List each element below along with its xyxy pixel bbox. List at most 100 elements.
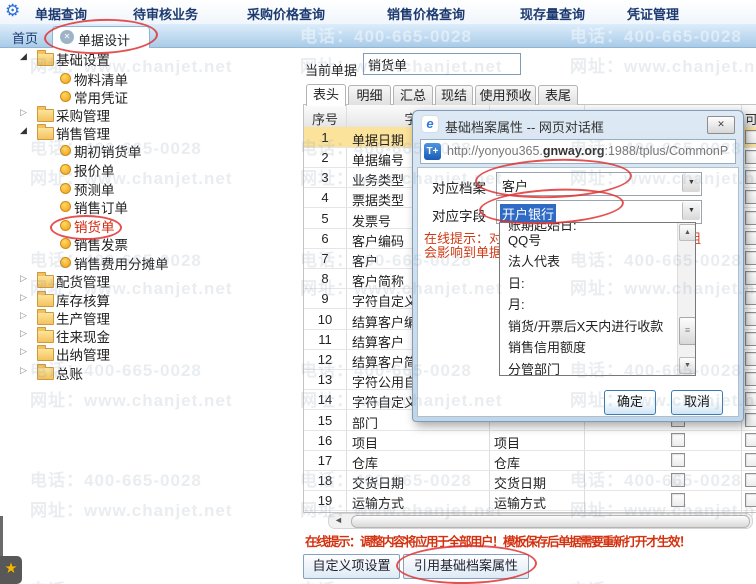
scroll-left-icon[interactable]: ◄: [334, 515, 343, 525]
table-row[interactable]: 16 项目 项目: [304, 430, 756, 451]
menu-item-voucher-manage[interactable]: 凭证管理: [627, 4, 679, 23]
row-checkbox[interactable]: [745, 231, 756, 245]
tab-detail[interactable]: 明细: [348, 85, 391, 105]
dropdown-item[interactable]: 月:: [500, 294, 680, 315]
dropdown-item[interactable]: 销货/开票后X天内进行收款: [500, 316, 680, 337]
dialog-hint-line2: 会影响到单据: [424, 245, 503, 260]
row-checkbox[interactable]: [745, 211, 756, 225]
row-checkbox[interactable]: [745, 453, 756, 467]
tree-item-sales-expense[interactable]: 销售费用分摊单: [0, 252, 295, 272]
menu-item-pending-audit[interactable]: 待审核业务: [133, 4, 198, 23]
field-combobox[interactable]: 开户银行 ▼: [496, 200, 702, 224]
collapse-arrow-icon[interactable]: ▷: [20, 292, 27, 303]
dropdown-item[interactable]: 日:: [500, 273, 680, 294]
chevron-down-icon[interactable]: ▼: [682, 174, 700, 192]
row-checkbox[interactable]: [671, 453, 685, 467]
tree-item-purchase-mgmt[interactable]: ▷ 采购管理: [0, 104, 295, 124]
menu-item-stock-query[interactable]: 现存量查询: [520, 4, 585, 23]
tree-item-initial-sales-order[interactable]: 期初销货单: [0, 140, 295, 160]
row-checkbox[interactable]: [671, 473, 685, 487]
tab-summary[interactable]: 汇总: [393, 85, 433, 105]
tree-item-forecast[interactable]: 预测单: [0, 178, 295, 198]
tree-item-sales-delivery[interactable]: 销货单: [0, 215, 295, 235]
row-checkbox[interactable]: [745, 392, 756, 406]
tab-cash-settle[interactable]: 现结: [435, 85, 473, 105]
ref-archive-attr-button[interactable]: 引用基础档案属性: [403, 554, 529, 579]
menu-item-doc-query[interactable]: 单据查询: [35, 4, 87, 23]
row-checkbox[interactable]: [745, 413, 756, 427]
collapse-arrow-icon[interactable]: ▷: [20, 328, 27, 339]
tree-item-sales-mgmt[interactable]: ◢ 销售管理: [0, 122, 295, 142]
scroll-down-icon[interactable]: ▼: [679, 357, 695, 374]
tree-item-cashier-mgmt[interactable]: ▷ 出纳管理: [0, 343, 295, 363]
cancel-button[interactable]: 取消: [671, 390, 723, 415]
dropdown-item[interactable]: QQ号: [500, 230, 680, 251]
tree-item-sales-invoice[interactable]: 销售发票: [0, 233, 295, 253]
tab-footer[interactable]: 表尾: [538, 85, 578, 105]
table-row[interactable]: 18 交货日期 交货日期: [304, 470, 756, 491]
row-checkbox[interactable]: [745, 372, 756, 386]
tree-item-common-voucher[interactable]: 常用凭证: [0, 86, 295, 106]
tree-item-current-cash[interactable]: ▷ 往来现金: [0, 325, 295, 345]
row-checkbox[interactable]: [745, 493, 756, 507]
tree-item-sales-order[interactable]: 销售订单: [0, 196, 295, 216]
dialog-address-bar[interactable]: T+ http://yonyou365.gnway.org:1988/tplus…: [420, 139, 736, 164]
tab-home[interactable]: 首页: [12, 28, 38, 47]
tab-document-design[interactable]: ✕ 单据设计: [52, 26, 150, 48]
gear-icon[interactable]: ⚙: [5, 1, 20, 21]
tree-item-inventory-accounting[interactable]: ▷ 库存核算: [0, 289, 295, 309]
custom-items-button[interactable]: 自定义项设置: [303, 554, 400, 579]
row-checkbox[interactable]: [745, 291, 756, 305]
ok-button[interactable]: 确定: [604, 390, 656, 415]
dropdown-scrollbar[interactable]: ▲ ≡ ▼: [677, 223, 695, 375]
row-checkbox[interactable]: [671, 433, 685, 447]
tree-item-distribution-mgmt[interactable]: ▷ 配货管理: [0, 270, 295, 290]
collapse-arrow-icon[interactable]: ▷: [20, 346, 27, 357]
row-checkbox[interactable]: [745, 312, 756, 326]
row-checkbox[interactable]: [745, 170, 756, 184]
row-checkbox[interactable]: [745, 433, 756, 447]
row-checkbox[interactable]: [745, 150, 756, 164]
collapse-arrow-icon[interactable]: ▷: [20, 310, 27, 321]
row-checkbox[interactable]: [745, 190, 756, 204]
table-row[interactable]: 17 仓库 仓库: [304, 450, 756, 471]
tree-item-quotation[interactable]: 报价单: [0, 159, 295, 179]
tree-item-general-ledger[interactable]: ▷ 总账: [0, 362, 295, 382]
collapse-arrow-icon[interactable]: ▷: [20, 107, 27, 118]
row-checkbox[interactable]: [745, 251, 756, 265]
row-checkbox[interactable]: [671, 493, 685, 507]
collapse-arrow-icon[interactable]: ▷: [20, 273, 27, 284]
star-icon[interactable]: ★: [0, 556, 22, 584]
menu-item-sales-price[interactable]: 销售价格查询: [387, 4, 465, 23]
current-doc-input[interactable]: [363, 53, 521, 75]
row-checkbox[interactable]: [745, 130, 756, 144]
scrollbar-thumb[interactable]: [351, 515, 750, 528]
archive-combobox[interactable]: 客户 ▼: [496, 172, 702, 196]
chevron-down-icon[interactable]: ▼: [682, 202, 700, 220]
dropdown-item[interactable]: 分管部门: [500, 359, 680, 375]
tab-close-icon[interactable]: ✕: [60, 30, 74, 44]
expand-arrow-icon[interactable]: ◢: [20, 51, 27, 62]
dropdown-item[interactable]: 法人代表: [500, 251, 680, 272]
watermark-text: 电话：400-665-0028: [30, 471, 202, 490]
bullet-icon: [60, 145, 71, 156]
scrollbar-thumb[interactable]: ≡: [679, 317, 695, 345]
row-checkbox[interactable]: [745, 473, 756, 487]
tree-item-material-list[interactable]: 物料清单: [0, 68, 295, 88]
dropdown-item[interactable]: 销售信用额度: [500, 337, 680, 358]
table-row[interactable]: 19 运输方式 运输方式: [304, 490, 756, 511]
menu-item-purchase-price[interactable]: 采购价格查询: [247, 4, 325, 23]
expand-arrow-icon[interactable]: ◢: [20, 125, 27, 136]
row-checkbox[interactable]: [745, 352, 756, 366]
field-dropdown-list: 账期起始日: QQ号 法人代表 日: 月: 销货/开票后X天内进行收款 销售信用…: [499, 222, 696, 376]
tab-use-prepayment[interactable]: 使用预收: [475, 85, 536, 105]
row-checkbox[interactable]: [745, 332, 756, 346]
scroll-up-icon[interactable]: ▲: [679, 224, 695, 241]
collapse-arrow-icon[interactable]: ▷: [20, 365, 27, 376]
tab-header[interactable]: 表头: [306, 84, 346, 106]
row-checkbox[interactable]: [745, 271, 756, 285]
tree-item-production-mgmt[interactable]: ▷ 生产管理: [0, 307, 295, 327]
tree-item-basic-settings[interactable]: ◢ 基础设置: [0, 48, 295, 68]
dialog-close-icon[interactable]: ✕: [707, 116, 735, 134]
horizontal-scrollbar[interactable]: ◄: [328, 513, 753, 529]
